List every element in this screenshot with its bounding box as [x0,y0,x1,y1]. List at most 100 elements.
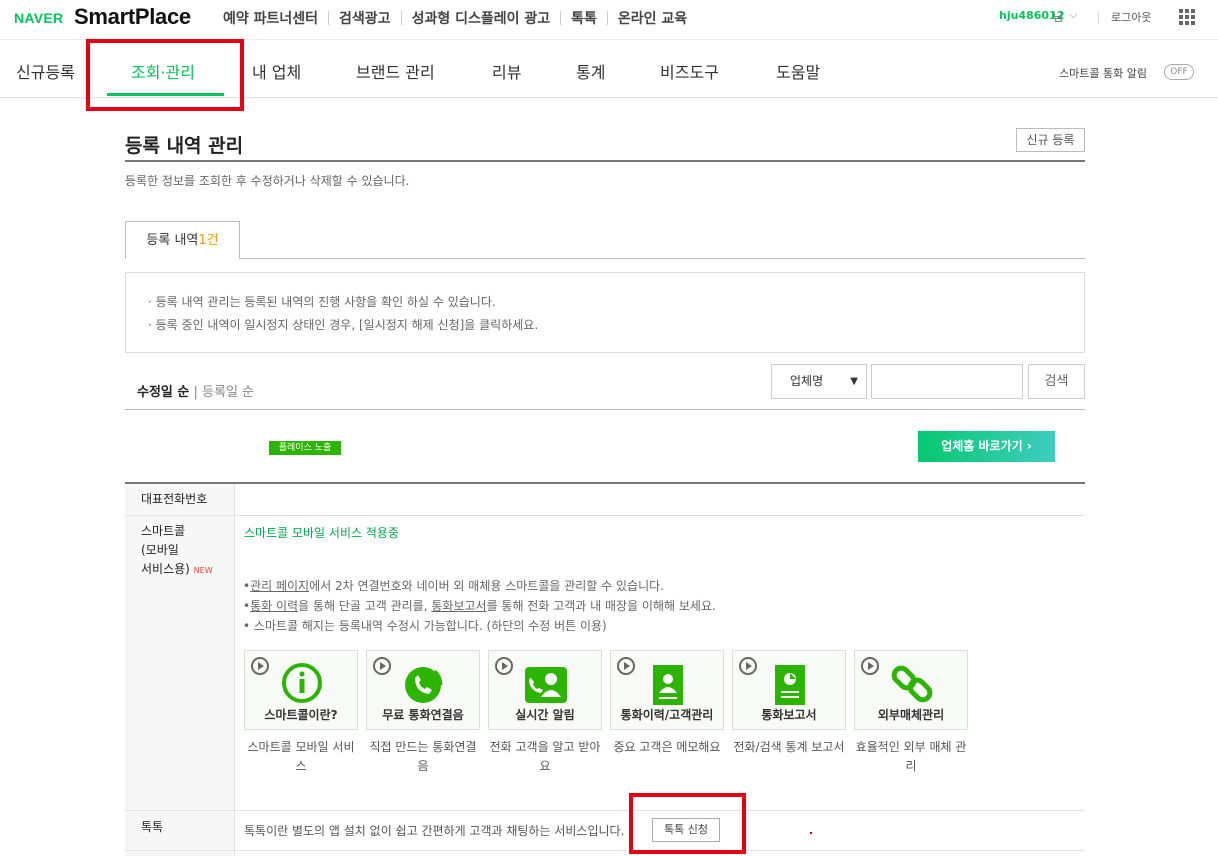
top-nav: 예약 파트너센터 검색광고 성과형 디스플레이 광고 톡톡 온라인 교육 [214,8,697,28]
video-card-realtime[interactable]: 실시간 알림 [488,650,602,730]
chevron-down-icon[interactable]: ⌵ [1069,8,1077,22]
play-icon [251,657,269,675]
smartcall-bullet: • 스마트콜 해지는 등록내역 수정시 가능합니다. (하단의 수정 버튼 이용… [243,617,607,634]
play-icon [861,657,879,675]
manage-page-link[interactable]: 관리 페이지 [250,579,309,593]
video-card-history[interactable]: 통화이력/고객관리 [610,650,724,730]
search-input[interactable] [871,364,1023,399]
bullet-text: 에서 2차 연결번호와 네이버 외 매체용 스마트콜을 관리할 수 있습니다. [309,579,664,593]
smartcall-bullet: •관리 페이지에서 2차 연결번호와 네이버 외 매체용 스마트콜을 관리할 수… [243,577,664,594]
page-title: 등록 내역 관리 [125,135,244,157]
card-caption: 무료 통화연결음 [382,708,464,722]
smartcall-notify-label: 스마트콜 통화 알림 [1059,67,1147,80]
report-icon [775,665,805,705]
sort-registered[interactable]: 등록일 순 [202,385,254,400]
talktalk-description: 톡톡이란 별도의 앱 설치 없이 쉽고 간편하게 고객과 채팅하는 서비스입니다… [244,824,625,838]
tab-registrations[interactable]: 등록 내역1건 [125,221,240,259]
topnav-search-ads[interactable]: 검색광고 [329,8,401,28]
new-registration-button[interactable]: 신규 등록 [1016,128,1085,152]
tab-count: 1건 [198,233,219,248]
phone-ring-icon [405,667,443,703]
sort-options: 수정일 순 | 등록일 순 [137,381,254,400]
status-badge: 플레이스 노출 [269,441,341,455]
bullet-text: 을 통해 단골 고객 관리를, [298,599,432,613]
divider [125,409,1085,410]
label-line: 스마트콜 [141,524,186,538]
bullet-text: 를 통해 전화 고객과 내 매장을 이해해 보세요. [486,599,716,613]
play-icon [617,657,635,675]
nav-my-business[interactable]: 내 업체 [252,59,301,83]
card-description: 스마트콜 모바일 서비스 [247,740,355,773]
search-button[interactable]: 검색 [1028,364,1085,399]
info-item: · 등록 중인 내역이 일시정지 상태인 경우, [일시정지 해제 신청]을 클… [148,318,539,332]
naver-logo[interactable]: NAVER [14,10,63,26]
info-item: · 등록 내역 관리는 등록된 내역의 진행 사항을 확인 하실 수 있습니다. [148,295,496,309]
user-suffix: 님 [1053,11,1064,24]
annotation-dot [810,832,812,834]
bullet: • [243,619,254,633]
card-description: 전화/검색 통계 보고서 [733,740,845,754]
smartcall-notify-toggle[interactable]: OFF [1164,64,1194,80]
topnav-display-ads[interactable]: 성과형 디스플레이 광고 [402,8,561,28]
play-icon [739,657,757,675]
play-icon [373,657,391,675]
card-description: 직접 만드는 통화연결음 [369,740,477,773]
nav-new-registration[interactable]: 신규등록 [16,59,75,83]
label-line: 서비스용) NEW [141,560,213,580]
card-caption: 통화보고서 [761,708,817,722]
smartplace-logo[interactable]: SmartPlace [74,4,191,30]
sort-separator: | [189,385,203,400]
annotation-highlight-box [629,793,746,854]
info-box: · 등록 내역 관리는 등록된 내역의 진행 사항을 확인 하실 수 있습니다.… [125,272,1085,353]
divider [125,258,1085,259]
user-call-icon [525,667,567,703]
smartcall-bullet: •통화 이력을 통해 단골 고객 관리를, 통화보고서를 통해 전화 고객과 내… [243,597,716,614]
business-home-button[interactable]: 업체홈 바로가기 › [918,431,1055,462]
info-icon [282,663,322,703]
bullet-text: 스마트콜 해지는 등록내역 수정시 가능합니다. (하단의 수정 버튼 이용) [253,619,607,633]
divider [125,810,1085,811]
smartcall-status: 스마트콜 모바일 서비스 적용중 [244,526,399,540]
link-icon [891,665,933,703]
video-card-report[interactable]: 통화보고서 [732,650,846,730]
new-tag: NEW [193,566,213,575]
rep-phone-label: 대표전화번호 [141,492,208,506]
call-history-link[interactable]: 통화 이력 [250,599,298,613]
sort-modified[interactable]: 수정일 순 [137,385,189,400]
search-field-select[interactable]: 업체명 ▼ [771,364,867,399]
play-icon [495,657,513,675]
label-line: (모바일 [141,543,179,557]
divider [125,515,1085,516]
topnav-reservation[interactable]: 예약 파트너센터 [214,8,328,28]
tab-label: 등록 내역 [146,233,199,248]
video-card-ringback[interactable]: 무료 통화연결음 [366,650,480,730]
top-bar: NAVER SmartPlace 예약 파트너센터 검색광고 성과형 디스플레이… [0,0,1218,40]
video-card-external[interactable]: 외부매체관리 [854,650,968,730]
nav-biztools[interactable]: 비즈도구 [660,59,719,83]
talktalk-label: 톡톡 [141,820,164,834]
nav-stats[interactable]: 통계 [576,59,605,83]
smartcall-label: 스마트콜 (모바일 서비스용) NEW [141,522,213,580]
divider [125,160,1085,162]
divider [1098,12,1099,24]
card-caption: 실시간 알림 [515,708,575,722]
select-value: 업체명 [790,374,824,388]
divider [125,482,1085,484]
nav-review[interactable]: 리뷰 [492,59,521,83]
label-text: 서비스용) [141,562,190,576]
topnav-talktalk[interactable]: 톡톡 [561,8,607,28]
contact-card-icon [653,665,683,705]
app-grid-icon[interactable] [1179,9,1195,25]
card-description: 전화 고객을 알고 받아요 [489,740,601,773]
video-card-smartcall[interactable]: 스마트콜이란? [244,650,358,730]
call-report-link[interactable]: 통화보고서 [431,599,486,613]
topnav-education[interactable]: 온라인 교육 [608,8,697,28]
nav-brand[interactable]: 브랜드 관리 [356,59,435,83]
nav-help[interactable]: 도움말 [776,59,820,83]
logout-link[interactable]: 로그아웃 [1111,9,1151,25]
divider [234,484,235,856]
card-description: 중요 고객은 메모해요 [613,740,721,754]
annotation-highlight-box [86,39,244,111]
card-caption: 스마트콜이란? [264,708,338,722]
card-caption: 통화이력/고객관리 [620,708,714,722]
